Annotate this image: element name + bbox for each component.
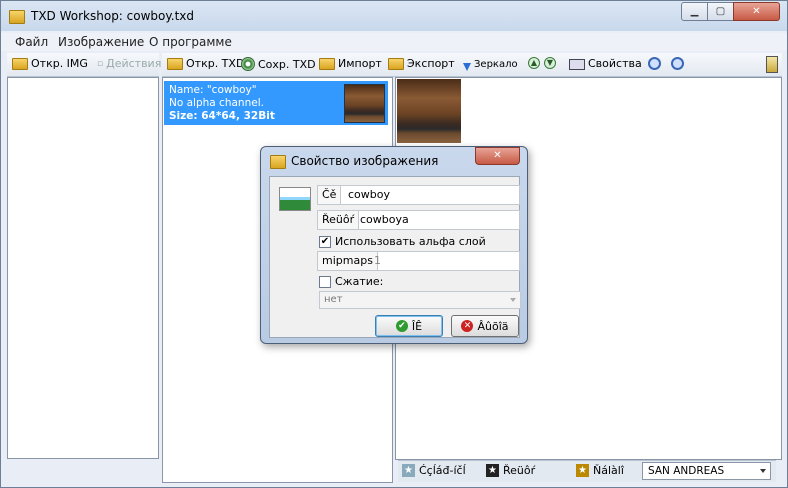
import-label: Импорт [338,57,382,70]
game-select-value: SAN ANDREAS [648,465,725,477]
use-alpha-label: Использовать альфа слой [335,235,486,248]
actions-label: Действия [106,57,162,70]
alpha-name-label: Řeüôŕ [318,211,360,229]
disc-icon [241,57,255,71]
import-icon [319,58,335,70]
name-field-label: Čě [318,186,342,204]
title-bar: TXD Workshop: cowboy.txd ▁ ▢ ✕ [1,1,787,31]
compression-value: нет [324,294,343,305]
tab-alpha[interactable]: ★ Řeüôŕ [486,464,535,477]
name-field-value: cowboy [348,188,390,201]
save-txd-label: Сохр. TXD [258,57,316,71]
alpha-name-value: cowboya [360,213,409,226]
menu-bar: Файл Изображение О программе [1,33,787,51]
zoom-out-button[interactable] [671,57,684,70]
dialog-icon [270,155,286,169]
close-icon: ✕ [461,320,474,332]
open-txd-label: Откр. TXD [186,57,245,70]
clipboard-icon [766,56,778,73]
properties-button[interactable]: Свойства [569,57,642,70]
export-button[interactable]: Экспорт [388,57,455,70]
checkbox-checked-icon: ✔ [319,235,331,248]
texture-alpha-info: No alpha channel. [169,97,264,109]
picture-icon [279,187,311,211]
chevron-down-icon: ▼ [544,57,556,69]
window-title: TXD Workshop: cowboy.txd [31,9,195,23]
move-down-button[interactable]: ▼ [544,57,556,69]
ok-label: ÎÊ [411,319,423,333]
mirror-button[interactable]: Зеркало [463,57,518,71]
chevron-down-icon [760,469,766,473]
alpha-name-field[interactable]: Řeüôŕ cowboya [317,210,520,230]
checkbox-unchecked-icon [319,275,331,288]
dialog-close-button[interactable]: ✕ [475,147,520,165]
tab-settings[interactable]: ★ Ňálàlî [576,464,624,477]
tab-settings-label: Ňálàlî [593,464,624,477]
import-button[interactable]: Импорт [319,57,382,70]
open-img-button[interactable]: Откр. IMG [12,57,88,70]
menu-file[interactable]: Файл [15,35,48,49]
image-properties-dialog: Свойство изображения ✕ Čě cowboy Řeüôŕ c… [260,146,528,344]
save-txd-button[interactable]: Сохр. TXD [241,57,316,71]
image-icon: ★ [402,464,415,477]
checkmark-icon: ✔ [395,320,408,332]
game-select[interactable]: SAN ANDREAS [642,462,771,480]
compression-checkbox[interactable]: Сжатие: [319,275,383,288]
mipmaps-label: mipmaps [318,252,378,270]
zoom-in-icon [648,57,661,70]
menu-image[interactable]: Изображение [58,35,144,49]
dialog-body: Čě cowboy Řeüôŕ cowboya ✔ Использовать а… [269,176,521,338]
actions-icon: ▫ [97,58,104,69]
export-icon [388,58,404,70]
export-label: Экспорт [407,57,455,70]
texture-size: Size: 64*64, 32Bit [169,110,275,122]
texture-preview [397,79,461,143]
mipmaps-field[interactable]: mipmaps 1 [317,251,520,271]
name-field[interactable]: Čě cowboy [317,185,520,205]
arrow-down-icon [463,63,471,71]
ok-button[interactable]: ✔ ÎÊ [375,315,443,337]
left-toolbar: Откр. IMG ▫ Действия [7,53,161,77]
folder-icon [12,58,28,70]
img-list-panel[interactable] [7,77,159,459]
close-button[interactable]: ✕ [733,2,780,21]
app-window: TXD Workshop: cowboy.txd ▁ ▢ ✕ Файл Изоб… [0,0,788,488]
actions-button[interactable]: ▫ Действия [97,57,161,70]
chevron-up-icon: ▲ [528,57,540,69]
move-up-button[interactable]: ▲ [528,57,540,69]
cancel-button[interactable]: ✕ Âûõîä [451,315,519,337]
dialog-title: Свойство изображения [291,154,439,168]
tab-alpha-label: Řeüôŕ [503,464,536,477]
use-alpha-checkbox[interactable]: ✔ Использовать альфа слой [319,235,486,248]
open-txd-button[interactable]: Откр. TXD [167,57,244,70]
zoom-in-button[interactable] [648,57,661,70]
minimize-button[interactable]: ▁ [681,2,708,21]
chevron-down-icon [510,298,516,302]
tab-image[interactable]: ★ Ćçĺáđ-íčĺ [402,464,466,477]
folder-icon [167,58,183,70]
app-icon [9,10,25,24]
tab-image-label: Ćçĺáđ-íčĺ [419,464,466,477]
mirror-label: Зеркало [474,58,518,70]
star-icon: ★ [486,464,499,477]
extra-toolbar-button[interactable] [766,56,778,73]
cancel-label: Âûõîä [477,319,509,333]
properties-icon [569,59,585,70]
zoom-out-icon [671,57,684,70]
mipmaps-value: 1 [374,254,381,267]
texture-name: Name: "cowboy" [169,84,257,96]
open-img-label: Откр. IMG [31,57,88,70]
compression-label: Сжатие: [335,275,384,288]
main-toolbar: Откр. TXD Сохр. TXD Импорт Экспорт Зерка… [162,53,782,77]
texture-thumbnail [344,84,385,123]
texture-list-item[interactable]: Name: "cowboy" No alpha channel. Size: 6… [164,81,388,125]
menu-about[interactable]: О программе [149,35,232,49]
compression-select[interactable]: нет [319,291,521,309]
maximize-button[interactable]: ▢ [707,2,734,21]
properties-label: Свойства [588,57,642,70]
star-icon: ★ [576,464,589,477]
